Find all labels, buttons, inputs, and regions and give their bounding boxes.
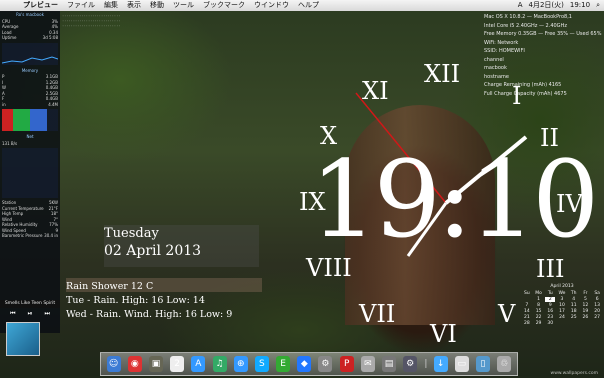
calendar-day: 1 (537, 297, 540, 302)
calendar-day: 14 (523, 309, 530, 314)
clock-numeral-8: VIII (306, 254, 352, 282)
clock-numeral-1: I (512, 82, 522, 110)
calendar-day: 17 (559, 309, 565, 314)
itunes-icon[interactable]: ♫ (212, 356, 227, 372)
calendar-day: 24 (559, 315, 565, 320)
dropbox-icon[interactable]: ◆ (297, 356, 312, 372)
calendar-day (557, 321, 567, 326)
calendar-day: 7 (525, 303, 529, 308)
evernote-icon[interactable]: E (276, 356, 291, 372)
clock-numeral-12: XII (424, 60, 461, 88)
calendar-weekday-header: Fr (583, 291, 588, 296)
calendar-day: 26 (582, 315, 589, 320)
calendar-day: 9 (548, 303, 552, 308)
calendar-day: 13 (594, 303, 600, 308)
calendar-weekday-header: Tu (547, 291, 553, 296)
calendar-day: 5 (583, 297, 587, 302)
calendar-day (592, 321, 602, 326)
calendar-day: 3 (560, 297, 564, 302)
preview-icon[interactable]: ▤ (382, 356, 397, 372)
calendar-day: 25 (570, 315, 577, 320)
calendar-day: 8 (537, 303, 540, 308)
calendar-day: 6 (595, 297, 599, 302)
calendar-day: 23 (547, 315, 554, 320)
folder-icon[interactable]: ▯ (475, 356, 490, 372)
calendar-icon[interactable]: 2 (170, 356, 185, 372)
calendar-day: 22 (535, 315, 542, 320)
calendar-weekday-header: Th (570, 291, 577, 296)
safari-icon[interactable]: ⊕ (233, 356, 248, 372)
calendar-day: 4 (572, 297, 576, 302)
clock-numeral-6: VI (430, 320, 457, 348)
clock-numeral-11: XI (362, 77, 389, 105)
calendar-day: 11 (570, 303, 577, 308)
clock-numeral-2: II (540, 124, 559, 152)
calendar-day: 30 (547, 321, 554, 326)
dock: ☺ ◉ ▣ 2 A ♫ ⊕ S E ◆ ⚙ P ✉ ▤ ⚙ | ↓ ▭ ▯ ♲ (100, 352, 518, 376)
calendar-day: 18 (570, 309, 577, 314)
clock-numeral-7: VII (359, 300, 396, 328)
photo-icon[interactable]: ▣ (148, 356, 163, 372)
calendar-day (569, 321, 579, 326)
calendar-day (522, 297, 532, 302)
calendar-day: 16 (547, 309, 554, 314)
calendar-day: 2 (545, 297, 556, 302)
finder-icon[interactable]: ☺ (106, 356, 121, 372)
calendar-day: 28 (523, 321, 530, 326)
downloads-icon[interactable]: ↓ (433, 356, 448, 372)
calendar-day: 29 (535, 321, 542, 326)
clock-numeral-3: III (536, 255, 565, 283)
separator: | (424, 359, 428, 369)
calendar-day: 27 (594, 315, 600, 320)
calendar-day: 10 (559, 303, 565, 308)
digital-clock: 19:10 (310, 138, 599, 261)
document-icon[interactable]: ▭ (454, 356, 469, 372)
utility-icon[interactable]: ⚙ (318, 356, 333, 372)
watermark: www.wallpapers.com (550, 371, 598, 376)
mail-icon[interactable]: ✉ (360, 356, 375, 372)
calendar-grid: Su Mo Tu We Th Fr Sa 1 2 3 4 5 6 7 8 9 10 11 12 13 14 15 16 17 1… (522, 291, 602, 326)
calendar-day: 12 (582, 303, 589, 308)
calendar-weekday-header: We (558, 291, 566, 296)
mini-calendar: April 2013 Su Mo Tu We Th Fr Sa 1 2 3 4 5 6 7 8 9 10 11 12… (522, 284, 602, 326)
calendar-title: April 2013 (550, 284, 574, 289)
calendar-day: 21 (523, 315, 530, 320)
sysprefs-icon[interactable]: ⚙ (403, 356, 418, 372)
chrome-icon[interactable]: ◉ (127, 356, 142, 372)
clock-numeral-9: IX (299, 188, 326, 216)
trash-icon[interactable]: ♲ (497, 356, 512, 372)
clock-numeral-5: V (498, 300, 516, 328)
calendar-day: 19 (582, 309, 589, 314)
calendar-weekday-header: Su (523, 291, 530, 296)
pdf-icon[interactable]: P (339, 356, 354, 372)
calendar-weekday-header: Mo (535, 291, 542, 296)
calendar-day: 15 (535, 309, 542, 314)
calendar-weekday-header: Sa (594, 291, 600, 296)
calendar-day (581, 321, 591, 326)
clock-numeral-10: X (320, 122, 338, 150)
calendar-day: 20 (594, 309, 600, 314)
skype-icon[interactable]: S (254, 356, 269, 372)
clock-numeral-4: IV (556, 190, 583, 218)
appstore-icon[interactable]: A (191, 356, 206, 372)
